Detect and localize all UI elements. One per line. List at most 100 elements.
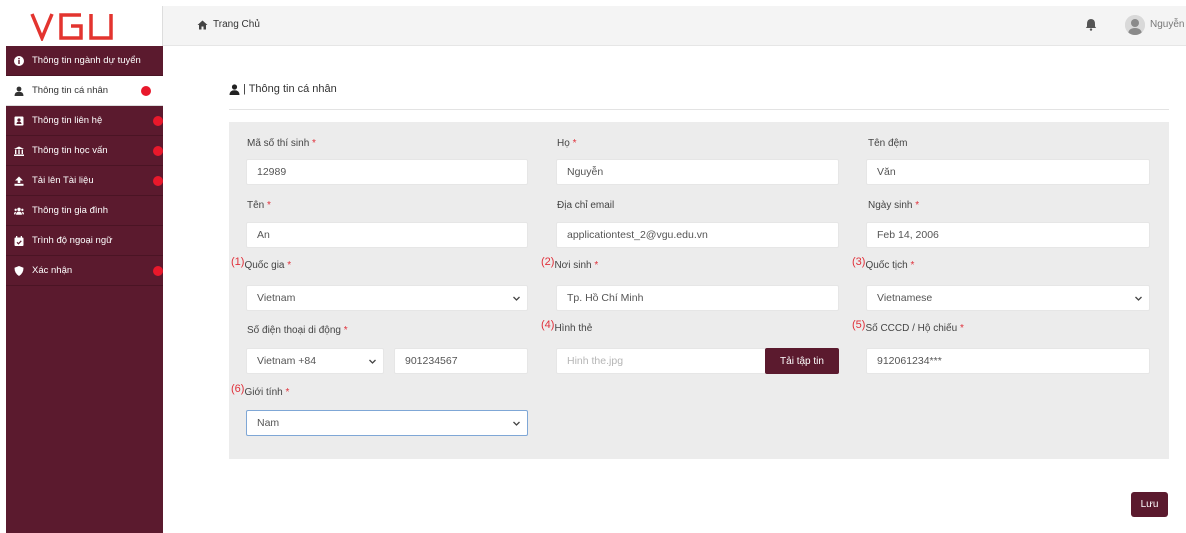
id-card-field[interactable]: 912061234*** (866, 348, 1150, 374)
birth-date-field[interactable]: Feb 14, 2006 (866, 222, 1150, 248)
user-icon (14, 86, 24, 96)
university-icon (14, 146, 24, 156)
sidebar-item-education[interactable]: Thông tin học vấn (6, 136, 163, 166)
middle-name-field[interactable]: Văn (866, 159, 1150, 185)
label-text: Giới tính (244, 387, 283, 398)
sidebar-item-label: Trình độ ngoại ngữ (32, 235, 113, 246)
topbar: Trang Chủ Nguyễn (163, 6, 1186, 46)
user-icon (229, 84, 240, 95)
phone-code-select[interactable]: Vietnam +84 (246, 348, 384, 374)
sidebar-item-label: Thông tin gia đình (32, 205, 109, 216)
sidebar-item-label: Thông tin liên hệ (32, 115, 103, 126)
shield-icon (14, 265, 24, 276)
status-dot (153, 146, 163, 156)
required-mark: * (285, 387, 290, 398)
sidebar-item-confirm[interactable]: Xác nhận (6, 256, 163, 286)
status-dot (153, 266, 163, 276)
required-mark: * (915, 200, 920, 211)
label-text: Số điện thoại di động (247, 325, 341, 336)
sidebar-item-language[interactable]: Trình độ ngoại ngữ (6, 226, 163, 256)
label-text: Tên đệm (868, 138, 908, 149)
required-mark: * (267, 200, 271, 211)
status-dot (141, 86, 151, 96)
country-select[interactable]: Vietnam (246, 285, 528, 311)
annotation-number: (6) (231, 383, 245, 395)
required-mark: * (910, 260, 915, 271)
status-dot (153, 176, 163, 186)
avatar[interactable] (1125, 15, 1145, 35)
page-title: | Thông tin cá nhân (229, 83, 1169, 110)
birth-place-field[interactable]: Tp. Hồ Chí Minh (556, 285, 839, 311)
student-id-field[interactable]: 12989 (246, 159, 528, 185)
last-name-field[interactable]: Nguyễn (556, 159, 839, 185)
info-circle-icon (14, 55, 24, 66)
app-root: Thông tin ngành dự tuyển Thông tin cá nh… (0, 0, 1186, 533)
gender-select[interactable]: Nam (246, 410, 528, 436)
home-link[interactable]: Trang Chủ (197, 19, 260, 30)
status-dot (153, 116, 163, 126)
select-value: Vietnam +84 (257, 355, 317, 367)
annotation-number: (1) (231, 256, 245, 268)
required-mark: * (287, 260, 292, 271)
label-text: Quốc gia (244, 260, 285, 271)
email-field[interactable]: applicationtest_2@vgu.edu.vn (556, 222, 839, 248)
annotation-number: (2) (541, 256, 555, 268)
save-button[interactable]: Lưu (1131, 492, 1168, 517)
upload-file-button[interactable]: Tải tập tin (765, 348, 839, 374)
chevron-down-icon (369, 359, 376, 364)
users-icon (14, 206, 24, 216)
vgu-logo (30, 13, 113, 41)
sidebar-item-family[interactable]: Thông tin gia đình (6, 196, 163, 226)
label-text: Ngày sinh (868, 200, 913, 211)
sidebar-item-contact[interactable]: Thông tin liên hệ (6, 106, 163, 136)
select-value: Vietnamese (877, 292, 933, 304)
sidebar-item-personal[interactable]: Thông tin cá nhân (6, 76, 163, 106)
label-text: Địa chỉ email (557, 200, 615, 211)
label-text: Nơi sinh (554, 260, 592, 271)
annotation-number: (3) (852, 256, 866, 268)
page-title-text: | Thông tin cá nhân (243, 83, 337, 95)
label-text: Số CCCD / Hộ chiếu (865, 323, 958, 334)
logo[interactable] (6, 6, 163, 46)
phone-number-field[interactable]: 901234567 (394, 348, 528, 374)
label-text: Hình thẻ (554, 323, 593, 334)
required-mark: * (572, 138, 577, 149)
select-value: Vietnam (257, 292, 296, 304)
gender-label: (6)Giới tính * (231, 383, 290, 398)
sidebar-item-label: Tải lên Tài liệu (32, 175, 94, 186)
sidebar-item-label: Thông tin ngành dự tuyển (32, 55, 141, 66)
required-mark: * (343, 325, 348, 336)
sidebar-item-documents[interactable]: Tải lên Tài liệu (6, 166, 163, 196)
student-id-label: Mã số thí sinh * (247, 138, 316, 149)
country-label: (1)Quốc gia * (231, 256, 292, 271)
nationality-label: (3)Quốc tịch * (852, 256, 915, 271)
upload-icon (14, 176, 24, 186)
sidebar-item-label: Thông tin cá nhân (32, 85, 109, 96)
annotation-number: (4) (541, 319, 555, 331)
label-text: Mã số thí sinh (247, 138, 310, 149)
phone-label: Số điện thoại di động * (247, 325, 348, 336)
first-name-field[interactable]: An (246, 222, 528, 248)
last-name-label: Họ * (557, 138, 576, 149)
annotation-number: (5) (852, 319, 866, 331)
bell-icon[interactable] (1085, 18, 1097, 34)
required-mark: * (594, 260, 599, 271)
sidebar-item-label: Thông tin học vấn (32, 145, 108, 156)
label-text: Tên (247, 200, 265, 211)
label-text: Họ (557, 138, 570, 149)
home-icon (197, 20, 208, 29)
chevron-down-icon (513, 421, 520, 426)
username[interactable]: Nguyễn (1150, 19, 1184, 30)
photo-file-field[interactable]: Hinh the.jpg (556, 348, 766, 374)
chevron-down-icon (513, 296, 520, 301)
sidebar-item-label: Xác nhận (32, 265, 73, 276)
nationality-select[interactable]: Vietnamese (866, 285, 1150, 311)
sidebar-item-program[interactable]: Thông tin ngành dự tuyển (6, 46, 163, 76)
email-label: Địa chỉ email (557, 200, 614, 211)
select-value: Nam (257, 417, 280, 429)
birth-place-label: (2)Nơi sinh * (541, 256, 599, 271)
sidebar: Thông tin ngành dự tuyển Thông tin cá nh… (6, 6, 163, 533)
required-mark: * (959, 323, 964, 334)
label-text: Quốc tịch (865, 260, 908, 271)
first-name-label: Tên * (247, 200, 271, 211)
